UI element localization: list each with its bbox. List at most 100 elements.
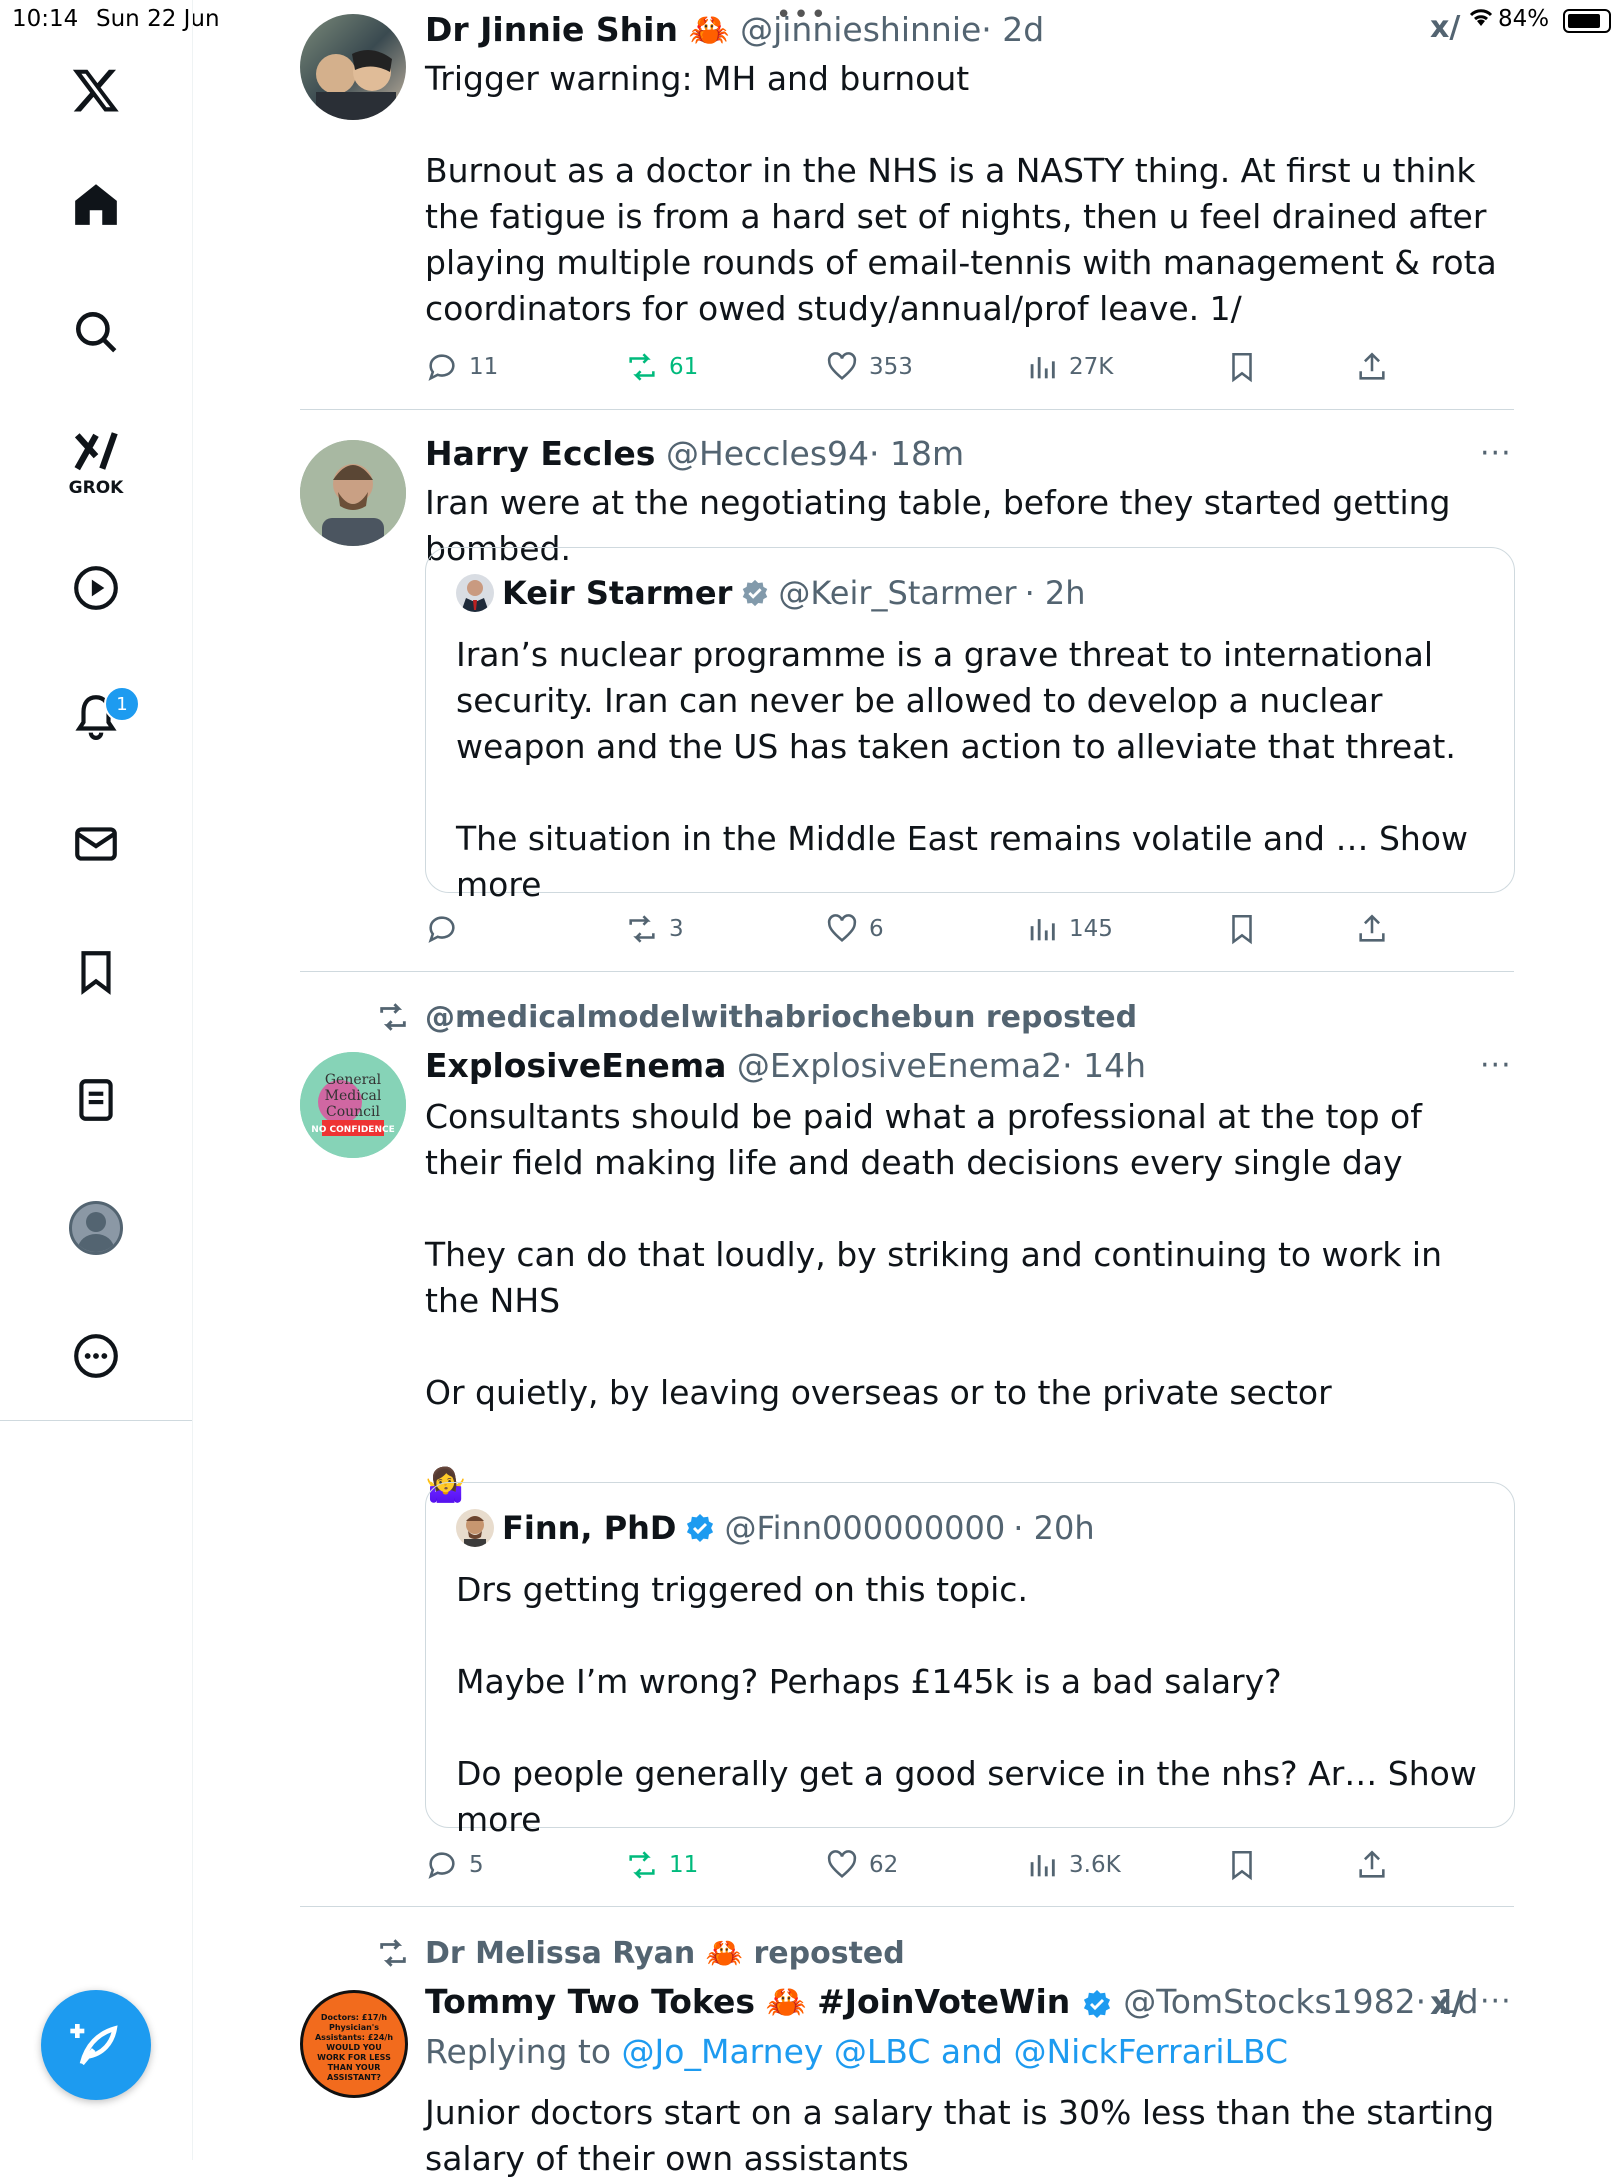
verified-gray-icon <box>743 579 768 607</box>
crab-emoji: 🦀 <box>765 1982 807 2021</box>
view-count: 27K <box>1069 354 1114 380</box>
svg-text:Medical: Medical <box>325 1088 382 1104</box>
bookmark-button[interactable] <box>1225 1848 1259 1882</box>
mention-link[interactable]: @NickFerrariLBC <box>1013 2032 1288 2071</box>
author-handle[interactable]: @Heccles94 <box>666 434 869 473</box>
bookmarks-icon[interactable] <box>56 932 136 1012</box>
profile-avatar-icon[interactable] <box>56 1188 136 1268</box>
reply-icon <box>428 1852 455 1879</box>
bookmark-button[interactable] <box>1225 350 1259 384</box>
crab-emoji: 🦀 <box>705 1936 744 1971</box>
author-name[interactable]: ExplosiveEnema <box>425 1046 726 1085</box>
post-actions: 3 6 145 <box>425 912 1515 952</box>
author-name[interactable]: Harry Eccles <box>425 434 655 473</box>
x-logo-icon[interactable] <box>56 50 136 130</box>
search-icon[interactable] <box>56 292 136 372</box>
quote-author-handle: @Finn000000000 <box>724 1509 1006 1547</box>
verified-blue-icon <box>1083 1989 1110 2018</box>
reply-button[interactable] <box>425 912 469 946</box>
sidebar-divider <box>0 1420 192 1421</box>
view-count: 3.6K <box>1069 1852 1121 1878</box>
bookmark-icon <box>1232 914 1252 945</box>
views-button[interactable]: 145 <box>1025 912 1113 946</box>
author-name[interactable]: Tommy Two Tokes <box>425 1982 755 2021</box>
views-chart-icon <box>1030 1855 1055 1877</box>
avatar[interactable] <box>300 440 406 546</box>
quote-header: Keir Starmer @Keir_Starmer · 2h <box>456 574 1086 612</box>
post-text: Consultants should be paid what a profes… <box>425 1097 1442 1504</box>
lists-icon[interactable] <box>56 1060 136 1140</box>
reply-icon <box>428 354 455 381</box>
like-count: 62 <box>869 1852 899 1878</box>
more-options-icon[interactable]: ··· <box>1480 436 1512 471</box>
post-time[interactable]: · 18m <box>869 434 964 473</box>
post-text: Junior doctors start on a salary that is… <box>425 2093 1505 2178</box>
views-button[interactable]: 3.6K <box>1025 1848 1121 1882</box>
messages-envelope-icon[interactable] <box>56 804 136 884</box>
grok-analyze-icon[interactable]: x/ <box>1430 1984 1464 2022</box>
views-button[interactable]: 27K <box>1025 350 1113 384</box>
author-handle[interactable]: @jinnieshinnie <box>740 10 981 49</box>
repost-button[interactable]: 61 <box>625 350 698 384</box>
like-button[interactable]: 353 <box>825 350 913 384</box>
bookmark-button[interactable] <box>1225 912 1259 946</box>
video-play-icon[interactable] <box>56 548 136 628</box>
repost-button[interactable]: 3 <box>625 912 684 946</box>
share-button[interactable] <box>1355 350 1389 384</box>
timeline-feed: Dr Jinnie Shin 🦀 @jinnieshinnie· 2d Trig… <box>300 0 1515 2178</box>
views-chart-icon <box>1030 919 1055 941</box>
battery-icon <box>1563 9 1611 33</box>
quote-time: · 2h <box>1024 574 1086 612</box>
heart-icon <box>827 1850 857 1879</box>
repost-icon <box>629 1851 655 1879</box>
mention-link[interactable]: @Jo_Marney <box>622 2032 824 2071</box>
reposted-by[interactable]: @medicalmodelwithabriochebun reposted <box>425 1000 1137 1035</box>
grok-label: GROK <box>68 478 124 498</box>
post-header: ExplosiveEnema @ExplosiveEnema2· 14h <box>425 1046 1146 1085</box>
repost-button[interactable]: 11 <box>625 1848 698 1882</box>
quote-time: · 20h <box>1013 1509 1095 1547</box>
repost-count: 61 <box>669 354 699 380</box>
quote-text: Iran’s nuclear programme is a grave thre… <box>456 632 1496 908</box>
replying-and: and <box>930 2032 1014 2071</box>
post-divider <box>300 971 1514 972</box>
like-button[interactable]: 62 <box>825 1848 898 1882</box>
bookmark-icon <box>1232 1850 1252 1881</box>
reposted-label: reposted <box>753 1936 905 1971</box>
post-time[interactable]: · 14h <box>1062 1046 1146 1085</box>
repost-icon <box>629 353 655 381</box>
reply-count: 5 <box>469 1852 484 1878</box>
post-divider <box>300 409 1514 410</box>
post-divider <box>300 1906 1514 1907</box>
notifications-badge: 1 <box>104 686 140 722</box>
home-icon[interactable] <box>56 164 136 244</box>
share-button[interactable] <box>1355 1848 1389 1882</box>
compose-post-button[interactable] <box>41 1990 151 2100</box>
share-button[interactable] <box>1355 912 1389 946</box>
repost-count: 3 <box>669 916 684 942</box>
repost-icon <box>629 915 655 943</box>
more-options-icon[interactable]: ··· <box>1480 1048 1512 1083</box>
avatar[interactable] <box>300 14 406 120</box>
quote-avatar <box>456 574 494 612</box>
post-time[interactable]: · 2d <box>981 10 1044 49</box>
mention-link[interactable]: @LBC <box>834 2032 931 2071</box>
post-header: Dr Jinnie Shin 🦀 @jinnieshinnie· 2d <box>425 10 1044 50</box>
author-handle[interactable]: @TomStocks1982 <box>1123 1982 1415 2021</box>
replying-to: Replying to @Jo_Marney @LBC and @NickFer… <box>425 2032 1288 2071</box>
reposted-by[interactable]: Dr Melissa Ryan 🦀 reposted <box>425 1936 905 1971</box>
quote-text: Drs getting triggered on this topic. May… <box>456 1567 1496 1843</box>
reply-button[interactable]: 5 <box>425 1848 484 1882</box>
author-name[interactable]: Dr Jinnie Shin <box>425 10 678 49</box>
avatar[interactable]: Doctors: £17/h Physician's Assistants: £… <box>300 1990 408 2098</box>
quoted-post[interactable]: Finn, PhD @Finn000000000 · 20h Drs gettin… <box>425 1482 1515 1839</box>
like-button[interactable]: 6 <box>825 912 884 946</box>
repost-indicator-icon <box>376 1000 410 1042</box>
quote-body: Iran’s nuclear programme is a grave thre… <box>456 635 1456 858</box>
more-options-icon[interactable] <box>56 1316 136 1396</box>
quoted-post[interactable]: Keir Starmer @Keir_Starmer · 2h Iran’s nu… <box>425 547 1515 904</box>
avatar[interactable]: General Medical Council NO CONFIDENCE <box>300 1052 406 1158</box>
more-options-icon[interactable]: ··· <box>1480 1984 1512 2019</box>
reply-button[interactable]: 11 <box>425 350 498 384</box>
author-handle[interactable]: @ExplosiveEnema2 <box>737 1046 1062 1085</box>
